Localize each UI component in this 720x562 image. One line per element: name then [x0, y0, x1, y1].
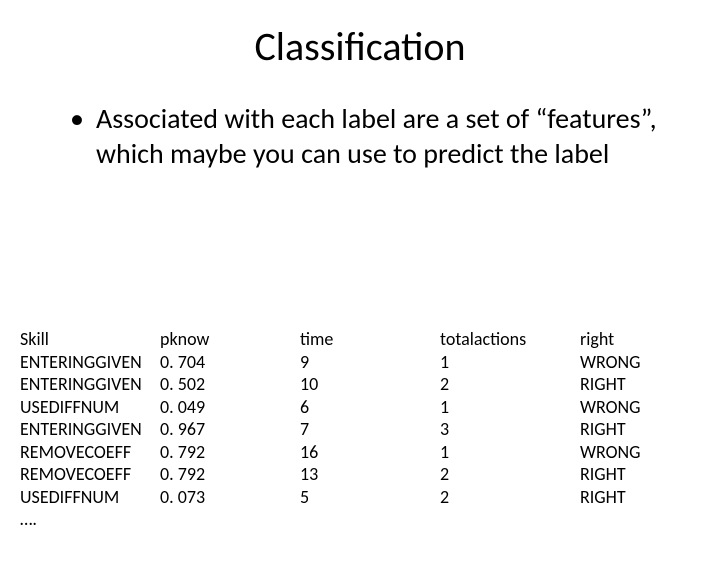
cell-right: WRONG — [580, 396, 700, 419]
header-time: time — [300, 328, 440, 351]
slide-title: Classification — [0, 22, 720, 71]
cell-skill: ENTERINGGIVEN — [20, 418, 160, 441]
cell-time: 6 — [300, 396, 440, 419]
cell-totalactions: 2 — [440, 486, 580, 509]
table-header-row: Skill pknow time totalactions right — [20, 328, 700, 351]
table-row: REMOVECOEFF 0. 792 13 2 RIGHT — [20, 463, 700, 486]
cell-pknow: 0. 967 — [160, 418, 300, 441]
cell-right: RIGHT — [580, 373, 700, 396]
cell-totalactions: 1 — [440, 396, 580, 419]
cell-time: 13 — [300, 463, 440, 486]
header-right: right — [580, 328, 700, 351]
table-row: ENTERINGGIVEN 0. 502 10 2 RIGHT — [20, 373, 700, 396]
cell-time: 7 — [300, 418, 440, 441]
cell-skill: REMOVECOEFF — [20, 463, 160, 486]
cell-totalactions: 3 — [440, 418, 580, 441]
cell-time: 10 — [300, 373, 440, 396]
header-skill: Skill — [20, 328, 160, 351]
cell-totalactions: 1 — [440, 351, 580, 374]
cell-totalactions: 2 — [440, 463, 580, 486]
cell-pknow: 0. 704 — [160, 351, 300, 374]
cell-skill: ENTERINGGIVEN — [20, 351, 160, 374]
cell-time: 16 — [300, 441, 440, 464]
cell-right: RIGHT — [580, 418, 700, 441]
cell-pknow: 0. 792 — [160, 463, 300, 486]
cell-skill: USEDIFFNUM — [20, 486, 160, 509]
slide-body: Associated with each label are a set of … — [70, 101, 660, 171]
data-table: Skill pknow time totalactions right ENTE… — [20, 328, 700, 531]
table-row: USEDIFFNUM 0. 049 6 1 WRONG — [20, 396, 700, 419]
cell-pknow: 0. 792 — [160, 441, 300, 464]
cell-pknow: 0. 073 — [160, 486, 300, 509]
table-row: ENTERINGGIVEN 0. 704 9 1 WRONG — [20, 351, 700, 374]
slide: Classification Associated with each labe… — [0, 22, 720, 562]
table-row: REMOVECOEFF 0. 792 16 1 WRONG — [20, 441, 700, 464]
cell-time: 5 — [300, 486, 440, 509]
cell-pknow: 0. 049 — [160, 396, 300, 419]
header-totalactions: totalactions — [440, 328, 580, 351]
table-row: ENTERINGGIVEN 0. 967 7 3 RIGHT — [20, 418, 700, 441]
cell-time: 9 — [300, 351, 440, 374]
cell-pknow: 0. 502 — [160, 373, 300, 396]
cell-skill: REMOVECOEFF — [20, 441, 160, 464]
cell-totalactions: 2 — [440, 373, 580, 396]
header-pknow: pknow — [160, 328, 300, 351]
cell-right: WRONG — [580, 441, 700, 464]
table-trailing-row: …. — [20, 508, 700, 531]
cell-skill: ENTERINGGIVEN — [20, 373, 160, 396]
cell-trailing: …. — [20, 508, 160, 531]
cell-right: WRONG — [580, 351, 700, 374]
cell-right: RIGHT — [580, 486, 700, 509]
cell-right: RIGHT — [580, 463, 700, 486]
bullet-item: Associated with each label are a set of … — [70, 101, 660, 171]
cell-totalactions: 1 — [440, 441, 580, 464]
cell-skill: USEDIFFNUM — [20, 396, 160, 419]
data-table-wrap: Skill pknow time totalactions right ENTE… — [20, 328, 700, 531]
table-row: USEDIFFNUM 0. 073 5 2 RIGHT — [20, 486, 700, 509]
